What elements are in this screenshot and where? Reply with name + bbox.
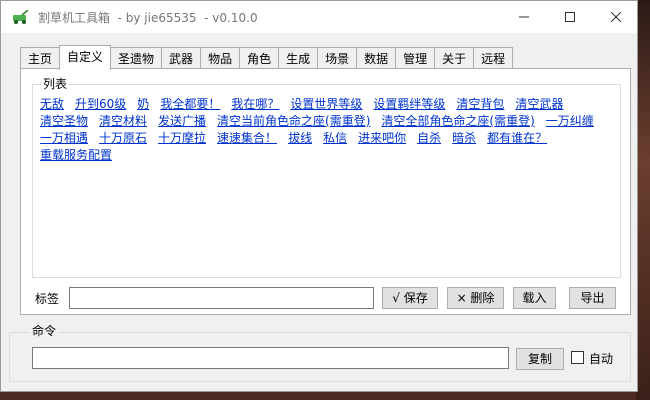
minimize-icon: [519, 16, 529, 18]
command-link[interactable]: 清空圣物: [40, 113, 88, 130]
lawnmower-icon: [11, 9, 29, 24]
list-title: 列表: [41, 77, 70, 91]
command-link[interactable]: 发送广播: [158, 113, 206, 130]
tab-3[interactable]: 武器: [161, 47, 202, 69]
delete-button[interactable]: × 删除: [447, 287, 504, 309]
command-link[interactable]: 私信: [323, 130, 347, 147]
tab-1[interactable]: 自定义: [59, 45, 112, 70]
tag-input[interactable]: [69, 287, 374, 309]
command-groupbox: 命令 复制 自动: [9, 324, 631, 382]
command-link[interactable]: 一万纠缠: [546, 113, 594, 130]
tab-5[interactable]: 角色: [239, 47, 280, 69]
tab-0[interactable]: 主页: [20, 47, 61, 69]
auto-checkbox-label[interactable]: 自动: [589, 350, 613, 367]
tab-bar: 主页 自定义 圣遗物 武器 物品 角色 生成 场景 数据 管理 关于 远程: [20, 45, 514, 70]
command-link[interactable]: 清空当前角色命之座(需重登): [217, 113, 370, 130]
command-link[interactable]: 升到60级: [75, 96, 126, 113]
custom-tab-panel: 列表 无敌 升到60级奶我全都要！ 我在哪？ 设置世界等级 设置羁绊等级 清空背包 清空武器…: [20, 68, 631, 315]
command-title: 命令: [30, 324, 59, 338]
maximize-button[interactable]: [547, 1, 593, 33]
command-link[interactable]: 都有谁在？: [487, 130, 547, 147]
command-link[interactable]: 清空武器: [515, 96, 563, 113]
window-title: 割草机工具箱 - by jie65535 - v0.10.0: [38, 11, 258, 25]
export-button[interactable]: 导出: [569, 287, 616, 309]
app-window: 割草机工具箱 - by jie65535 - v0.10.0 主页 自定义 圣遗物武…: [0, 0, 638, 392]
desktop-background: [636, 0, 650, 400]
tab-4[interactable]: 物品: [200, 47, 241, 69]
command-link[interactable]: 无敌: [40, 96, 64, 113]
command-link[interactable]: 重载服务配置: [40, 147, 112, 164]
tag-label: 标签: [35, 292, 60, 306]
command-link[interactable]: 清空材料: [99, 113, 147, 130]
list-groupbox: 列表 无敌 升到60级奶我全都要！ 我在哪？ 设置世界等级 设置羁绊等级 清空背包 清空武器…: [32, 77, 621, 278]
tab-6[interactable]: 生成: [278, 47, 319, 69]
tab-8[interactable]: 数据: [356, 47, 397, 69]
close-icon: [611, 12, 621, 22]
command-link[interactable]: 拔线: [288, 130, 312, 147]
command-link[interactable]: 设置羁绊等级: [373, 96, 445, 113]
command-link[interactable]: 一万相遇: [40, 130, 88, 147]
command-link[interactable]: 我在哪？: [231, 96, 279, 113]
command-link[interactable]: 十万摩拉: [158, 130, 206, 147]
close-button[interactable]: [593, 1, 639, 33]
command-link[interactable]: 十万原石: [99, 130, 147, 147]
copy-button[interactable]: 复制: [516, 348, 564, 370]
import-button[interactable]: 载入: [513, 287, 556, 309]
auto-checkbox[interactable]: [571, 351, 584, 364]
command-link[interactable]: 我全都要！: [160, 96, 220, 113]
save-button[interactable]: √ 保存: [382, 287, 438, 309]
tab-10[interactable]: 关于: [434, 47, 475, 69]
tab-11[interactable]: 远程: [473, 47, 514, 69]
command-link[interactable]: 清空背包: [456, 96, 504, 113]
command-link-list: 无敌 升到60级奶我全都要！ 我在哪？ 设置世界等级 设置羁绊等级 清空背包 清空武器清空圣…: [40, 96, 618, 164]
tab-9[interactable]: 管理: [395, 47, 436, 69]
minimize-button[interactable]: [501, 1, 547, 33]
tab-7[interactable]: 场景: [317, 47, 358, 69]
command-link[interactable]: 奶: [137, 96, 149, 113]
command-link[interactable]: 速速集合！: [217, 130, 277, 147]
command-link[interactable]: 设置世界等级: [290, 96, 362, 113]
command-link[interactable]: 进来吧你: [358, 130, 406, 147]
command-link[interactable]: 自杀: [417, 130, 441, 147]
command-input[interactable]: [32, 347, 509, 369]
title-bar[interactable]: 割草机工具箱 - by jie65535 - v0.10.0: [1, 1, 637, 33]
command-link[interactable]: 清空全部角色命之座(需重登): [381, 113, 534, 130]
command-link[interactable]: 暗杀: [452, 130, 476, 147]
tab-2[interactable]: 圣遗物: [110, 47, 163, 69]
maximize-icon: [565, 12, 575, 22]
